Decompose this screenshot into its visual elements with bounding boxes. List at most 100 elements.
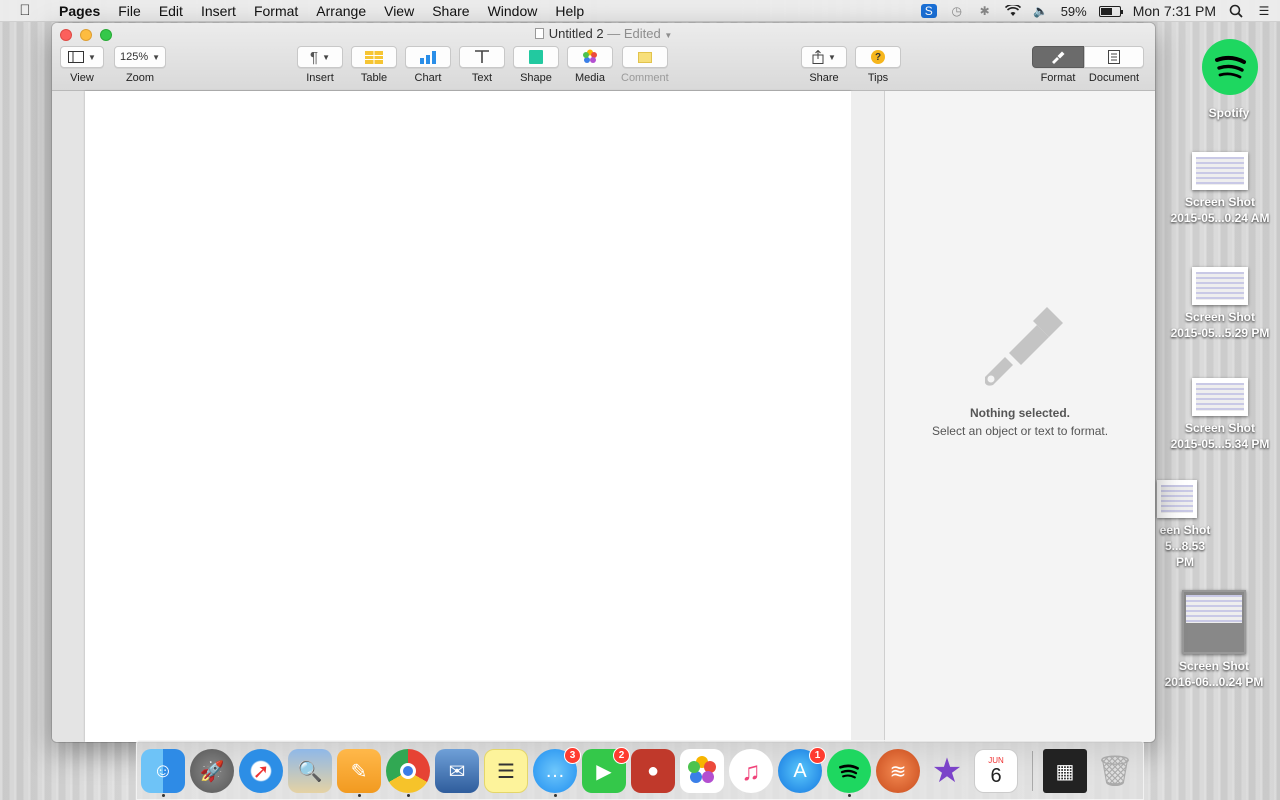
window-toolbar: Untitled 2 — Edited ▼ ▼ View 125% ▼ Zoom… xyxy=(52,23,1155,91)
facetime-icon[interactable]: ▶ 2 xyxy=(582,747,630,793)
bluetooth-icon[interactable]: ✱ xyxy=(977,4,993,18)
shazam-icon[interactable]: S xyxy=(920,4,937,18)
finder-icon[interactable]: ☺ xyxy=(141,749,185,793)
table-control: Table xyxy=(351,46,397,84)
app-store-icon[interactable]: A1 xyxy=(778,747,826,793)
menu-share[interactable]: Share xyxy=(423,3,478,19)
wifi-icon[interactable] xyxy=(1004,4,1021,18)
nothing-selected-hint: Select an object or text to format. xyxy=(931,424,1109,438)
media-control: Media xyxy=(567,46,613,84)
battery-icon[interactable] xyxy=(1098,5,1123,17)
comment-button[interactable] xyxy=(621,46,668,68)
format-button[interactable] xyxy=(1032,46,1084,68)
desktop-screenshot-5[interactable]: Screen Shot 2016-06...0.24 PM xyxy=(1157,590,1271,690)
menu-view[interactable]: View xyxy=(375,3,423,19)
table-button[interactable] xyxy=(351,46,397,68)
document-button[interactable] xyxy=(1084,46,1144,68)
menu-insert[interactable]: Insert xyxy=(192,3,245,19)
calendar-icon[interactable]: JUN 6 xyxy=(974,749,1018,793)
document-page[interactable] xyxy=(85,91,851,742)
comment-note-icon xyxy=(637,51,652,63)
photos-flower-icon xyxy=(583,49,597,63)
format-inspector: Nothing selected. Select an object or te… xyxy=(884,91,1155,742)
shape-control: Shape xyxy=(513,46,559,84)
insert-label: Insert xyxy=(306,72,334,84)
spotify-icon[interactable] xyxy=(827,749,871,793)
itunes-icon[interactable]: ♫ xyxy=(729,749,773,793)
text-label: Text xyxy=(471,72,493,84)
share-icon xyxy=(812,50,824,64)
chevron-down-icon: ▼ xyxy=(322,52,330,62)
time-machine-icon[interactable]: ◷ xyxy=(949,4,965,18)
running-indicator xyxy=(554,794,557,797)
trash-icon[interactable]: 🗑 xyxy=(1093,749,1137,793)
desktop-screenshot-1[interactable]: Screen Shot 2015-05...0.24 AM xyxy=(1163,152,1277,226)
screenshots-stack-icon[interactable]: ▦ xyxy=(1043,749,1087,793)
document-icon xyxy=(1108,50,1120,64)
spotlight-search-icon[interactable] xyxy=(1228,4,1244,18)
menu-clock[interactable]: Mon 7:31 PM xyxy=(1133,3,1216,19)
menu-window[interactable]: Window xyxy=(479,3,547,19)
text-button[interactable] xyxy=(459,46,505,68)
nothing-selected-title: Nothing selected. xyxy=(969,406,1070,420)
photo-booth-icon[interactable]: ● xyxy=(631,749,675,793)
insert-button[interactable]: ¶ ▼ xyxy=(297,46,343,68)
menu-arrange[interactable]: Arrange xyxy=(307,3,375,19)
desktop-screenshot-2[interactable]: Screen Shot 2015-05...5.29 PM xyxy=(1163,267,1277,341)
zoom-popup[interactable]: 125% ▼ xyxy=(114,46,166,68)
mail-icon[interactable]: ✉ xyxy=(435,749,479,793)
zoom-label: Zoom xyxy=(125,72,155,84)
notes-icon[interactable]: ☰ xyxy=(484,749,528,793)
notification-center-icon[interactable]: ☰ xyxy=(1256,4,1272,18)
launchpad-icon[interactable]: 🚀 xyxy=(190,749,234,793)
share-button[interactable]: ▼ xyxy=(801,46,847,68)
shape-button[interactable] xyxy=(513,46,559,68)
menu-file[interactable]: File xyxy=(109,3,150,19)
rss-reader-icon[interactable]: ≋ xyxy=(876,749,920,793)
table-label: Table xyxy=(360,72,388,84)
photos-icon[interactable] xyxy=(680,749,724,793)
document-canvas[interactable] xyxy=(52,91,884,742)
view-label: View xyxy=(70,72,94,84)
chrome-icon[interactable] xyxy=(386,749,430,793)
shape-label: Shape xyxy=(520,72,552,84)
chart-button[interactable] xyxy=(405,46,451,68)
view-control: ▼ View xyxy=(60,46,104,84)
media-button[interactable] xyxy=(567,46,613,68)
desktop-screenshot-4[interactable]: een Shot 5...8.53 PM xyxy=(1155,480,1215,570)
shape-icon xyxy=(529,50,543,64)
screenshot-thumbnail xyxy=(1182,590,1246,654)
tips-label: Tips xyxy=(867,72,889,84)
tips-control: ? Tips xyxy=(855,46,901,84)
format-label: Format xyxy=(1040,72,1076,84)
chart-icon xyxy=(420,50,436,64)
insert-control: ¶ ▼ Insert xyxy=(297,46,343,84)
chevron-down-icon: ▼ xyxy=(152,52,161,62)
menu-edit[interactable]: Edit xyxy=(150,3,192,19)
safari-icon[interactable]: ➚ xyxy=(239,749,283,793)
document-title[interactable]: Untitled 2 — Edited ▼ xyxy=(52,26,1155,41)
pages-icon[interactable]: ✎ xyxy=(337,749,381,793)
text-box-icon xyxy=(475,50,489,63)
sidebar-view-icon xyxy=(68,51,85,63)
media-label: Media xyxy=(575,72,605,84)
preview-icon[interactable]: 🔍 xyxy=(288,749,332,793)
document-icon xyxy=(534,28,544,39)
tips-button[interactable]: ? xyxy=(855,46,901,68)
chevron-down-icon: ▼ xyxy=(828,52,836,62)
document-label: Document xyxy=(1088,72,1140,84)
menu-app-name[interactable]: Pages xyxy=(50,3,109,19)
volume-icon[interactable]: 🔈 xyxy=(1033,4,1049,18)
apple-menu-icon[interactable]:  xyxy=(0,2,50,19)
view-button[interactable]: ▼ xyxy=(60,46,104,68)
messages-icon[interactable]: … 3 xyxy=(533,747,581,793)
desktop-screenshot-3[interactable]: Screen Shot 2015-05...5.34 PM xyxy=(1163,378,1277,452)
paragraph-icon: ¶ xyxy=(310,48,319,66)
menu-format[interactable]: Format xyxy=(245,3,307,19)
spotify-desktop-icon[interactable] xyxy=(1202,39,1258,95)
imovie-icon[interactable]: ★ xyxy=(925,749,969,793)
menu-help[interactable]: Help xyxy=(546,3,593,19)
screenshot-thumbnail xyxy=(1192,152,1248,190)
running-indicator xyxy=(358,794,361,797)
paintbrush-icon xyxy=(1052,51,1065,64)
